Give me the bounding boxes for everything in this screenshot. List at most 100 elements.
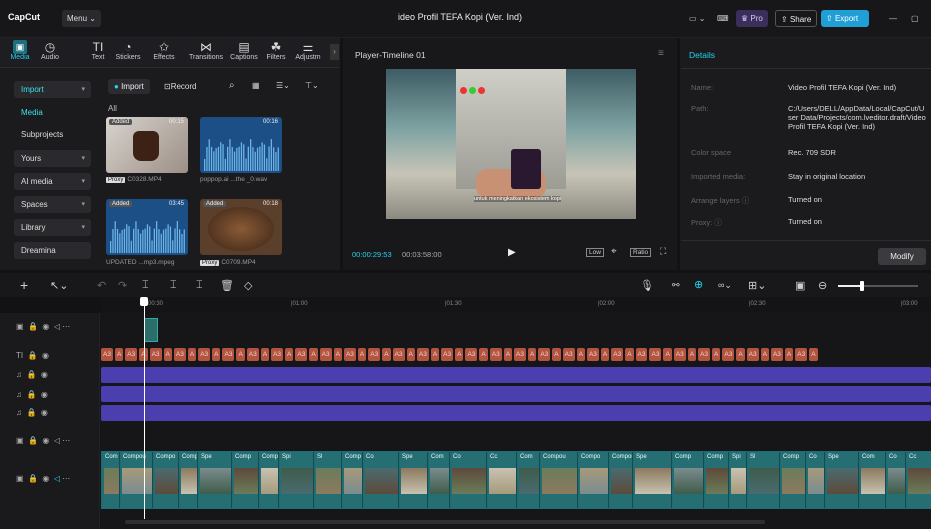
caption-clip[interactable]: A [809,348,818,361]
caption-clip[interactable]: A [260,348,270,361]
video-clip[interactable]: Co [364,452,399,508]
caption-clip[interactable]: A3 [295,348,308,361]
video-clip[interactable]: Com [518,452,540,508]
caption-clip[interactable]: A [382,348,391,361]
video-clip[interactable]: Spe [199,452,232,508]
caption-clip[interactable]: A [285,348,294,361]
caption-clip[interactable]: A3 [222,348,235,361]
video-clip[interactable]: Spe [634,452,672,508]
caption-clip[interactable]: A3 [698,348,711,361]
tab-adjustment[interactable]: ⚌ Adjustm [292,40,324,61]
media-thumbnail[interactable]: Added 00:18 [200,199,282,255]
caption-clip[interactable]: A [114,348,124,361]
play-icon[interactable]: ▶ [508,247,516,258]
zoom-slider-handle[interactable] [860,281,864,291]
add-icon[interactable]: + [20,277,28,293]
caption-clip[interactable]: A [760,348,769,361]
video-clip[interactable]: Cc [907,452,931,508]
caption-clip[interactable]: A3 [586,348,599,361]
sidebar-item-library[interactable]: Library ▾ [14,219,91,236]
delete-icon[interactable]: 🗑 [220,279,234,292]
caption-clip[interactable]: A3 [746,348,759,361]
sidebar-item-yours[interactable]: Yours ▾ [14,150,91,167]
video-clip[interactable]: Comp [260,452,279,508]
pro-button[interactable]: ♛ Pro [736,10,768,27]
caption-clip[interactable]: A [236,348,245,361]
caption-clip[interactable]: A [784,348,794,361]
video-clip[interactable]: Co [807,452,825,508]
media-thumbnail[interactable]: Added 00:15 [106,117,188,173]
split-left-icon[interactable]: ⌶ [170,279,177,292]
media-thumbnail[interactable]: Added 03:45 [106,199,188,255]
share-button[interactable]: ⇪ Share [775,10,818,27]
video-clip[interactable]: Spi [280,452,314,508]
caption-clip[interactable]: A3 [538,348,551,361]
video-clip[interactable]: Compo [579,452,609,508]
export-button[interactable]: ⇧ Export [821,10,869,27]
zoom-slider[interactable] [838,281,918,291]
ratio-button[interactable]: Ratio [630,248,652,257]
caption-icon[interactable]: ▣ [795,279,805,292]
caption-clip[interactable]: A3 [722,348,735,361]
microphone-icon[interactable]: 🎙 [640,279,654,292]
tabs-scroll-right-icon[interactable]: › [330,44,339,60]
restore-icon[interactable]: ▢ [906,10,924,27]
caption-clip[interactable]: A3 [489,348,502,361]
tab-audio[interactable]: ◷ Audio [36,40,64,61]
preview-axis-icon[interactable]: ⊞⌄ [748,279,766,292]
caption-clip[interactable]: A [187,348,197,361]
caption-clip[interactable]: A3 [611,348,624,361]
shortcut-icon[interactable]: ⌨ [712,10,734,27]
caption-clip[interactable]: A3 [271,348,284,361]
minimize-icon[interactable]: — [884,10,902,27]
caption-clip[interactable]: A3 [514,348,526,361]
caption-clip[interactable]: A3 [795,348,808,361]
tab-stickers[interactable]: ◔ Stickers [114,40,142,61]
player-menu-icon[interactable]: ≡ [658,48,664,59]
video-clip[interactable]: Co [451,452,487,508]
caption-clip[interactable]: A [212,348,221,361]
video-clip[interactable]: Spe [826,452,859,508]
caption-clip[interactable]: A3 [343,348,356,361]
tab-media[interactable]: ▣ Media [6,40,34,61]
search-icon[interactable]: ⌕ [229,80,235,91]
media-thumbnail[interactable]: 00:16 [200,117,282,173]
sidebar-item-spaces[interactable]: Spaces ▾ [14,196,91,213]
audio-track[interactable] [101,367,931,383]
select-tool-icon[interactable]: ↖⌄ [50,279,68,292]
grid-view-icon[interactable]: ▦ [252,81,260,90]
video-clip[interactable]: Co [887,452,906,508]
caption-clip[interactable]: A [552,348,561,361]
layout-icon[interactable]: ▭ ⌄ [684,10,710,27]
caption-clip[interactable]: A [479,348,488,361]
video-clip[interactable]: Comp [343,452,363,508]
main-track-controls[interactable]: ▣ 🔒 ◉ ◁ ⋯ [16,474,70,483]
caption-clip[interactable]: A [430,348,440,361]
filter-icon[interactable]: ⊤⌄ [305,81,319,90]
video-clip[interactable]: Compou [121,452,153,508]
caption-clip[interactable]: A3 [125,348,138,361]
link-icon[interactable]: ⚯ [672,280,680,291]
marker-icon[interactable]: ◇ [244,279,252,292]
caption-clip[interactable]: A [712,348,721,361]
record-button[interactable]: ⊡Record [158,79,203,94]
sidebar-item-media[interactable]: Media [14,104,91,121]
track-controls[interactable]: ▣ 🔒 ◉ ◁ ⋯ [16,322,70,331]
video-clip[interactable]: Compou [541,452,578,508]
sidebar-item-subprojects[interactable]: Subprojects [14,126,91,143]
caption-clip[interactable]: A [333,348,342,361]
caption-clip[interactable]: A3 [319,348,332,361]
video-clip[interactable]: Compound c [610,452,633,508]
video-clip[interactable]: Com [860,452,886,508]
magnet-icon[interactable]: ⊕ [694,278,703,291]
track-controls[interactable]: ♫ 🔒 ◉ [16,408,48,417]
caption-clip[interactable]: A3 [770,348,783,361]
caption-clip[interactable]: A [687,348,697,361]
video-clip[interactable]: Comp [781,452,806,508]
audio-track[interactable] [101,386,931,402]
video-clip[interactable]: Com [103,452,120,508]
video-clip[interactable]: Com [429,452,450,508]
audio-track[interactable] [101,405,931,421]
caption-clip[interactable]: A3 [562,348,575,361]
caption-clip[interactable]: A3 [173,348,186,361]
